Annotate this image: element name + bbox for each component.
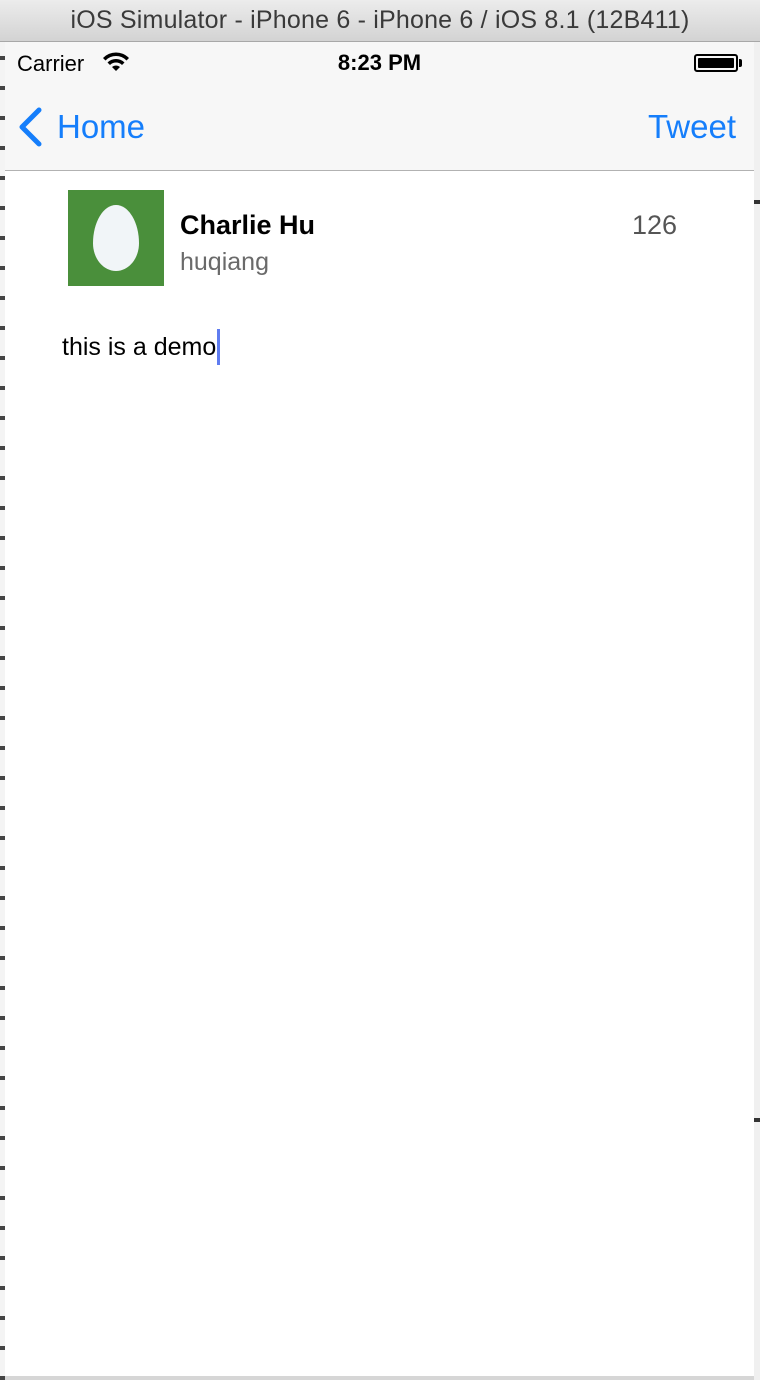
navigation-bar: Home Tweet — [5, 82, 754, 171]
window-title: iOS Simulator - iPhone 6 - iPhone 6 / iO… — [70, 6, 690, 34]
compose-view: Charlie Hu huqiang 126 this is a demo — [5, 172, 754, 1376]
text-caret — [217, 329, 221, 365]
status-bar: Carrier 8:23 PM — [5, 42, 754, 82]
battery-icon — [694, 54, 742, 72]
device-screen: Carrier 8:23 PM Home Tweet Charlie Hu hu… — [5, 42, 754, 1376]
chevron-left-icon — [19, 107, 42, 147]
tweet-button[interactable]: Tweet — [648, 104, 736, 150]
avatar — [68, 190, 164, 286]
status-time: 8:23 PM — [337, 50, 422, 75]
character-count: 126 — [631, 210, 677, 240]
user-handle: huqiang — [180, 248, 269, 276]
back-button-label: Home — [57, 108, 146, 145]
back-button[interactable]: Home — [17, 104, 145, 150]
tweet-text-input[interactable]: this is a demo — [62, 327, 702, 367]
egg-avatar-icon — [93, 205, 139, 271]
tweet-text: this is a demo — [62, 332, 217, 361]
background-window-edge-right — [754, 42, 760, 1380]
window-titlebar[interactable]: iOS Simulator - iPhone 6 - iPhone 6 / iO… — [0, 0, 760, 42]
user-name: Charlie Hu — [180, 210, 316, 240]
simulator-window: iOS Simulator - iPhone 6 - iPhone 6 / iO… — [0, 0, 760, 1380]
